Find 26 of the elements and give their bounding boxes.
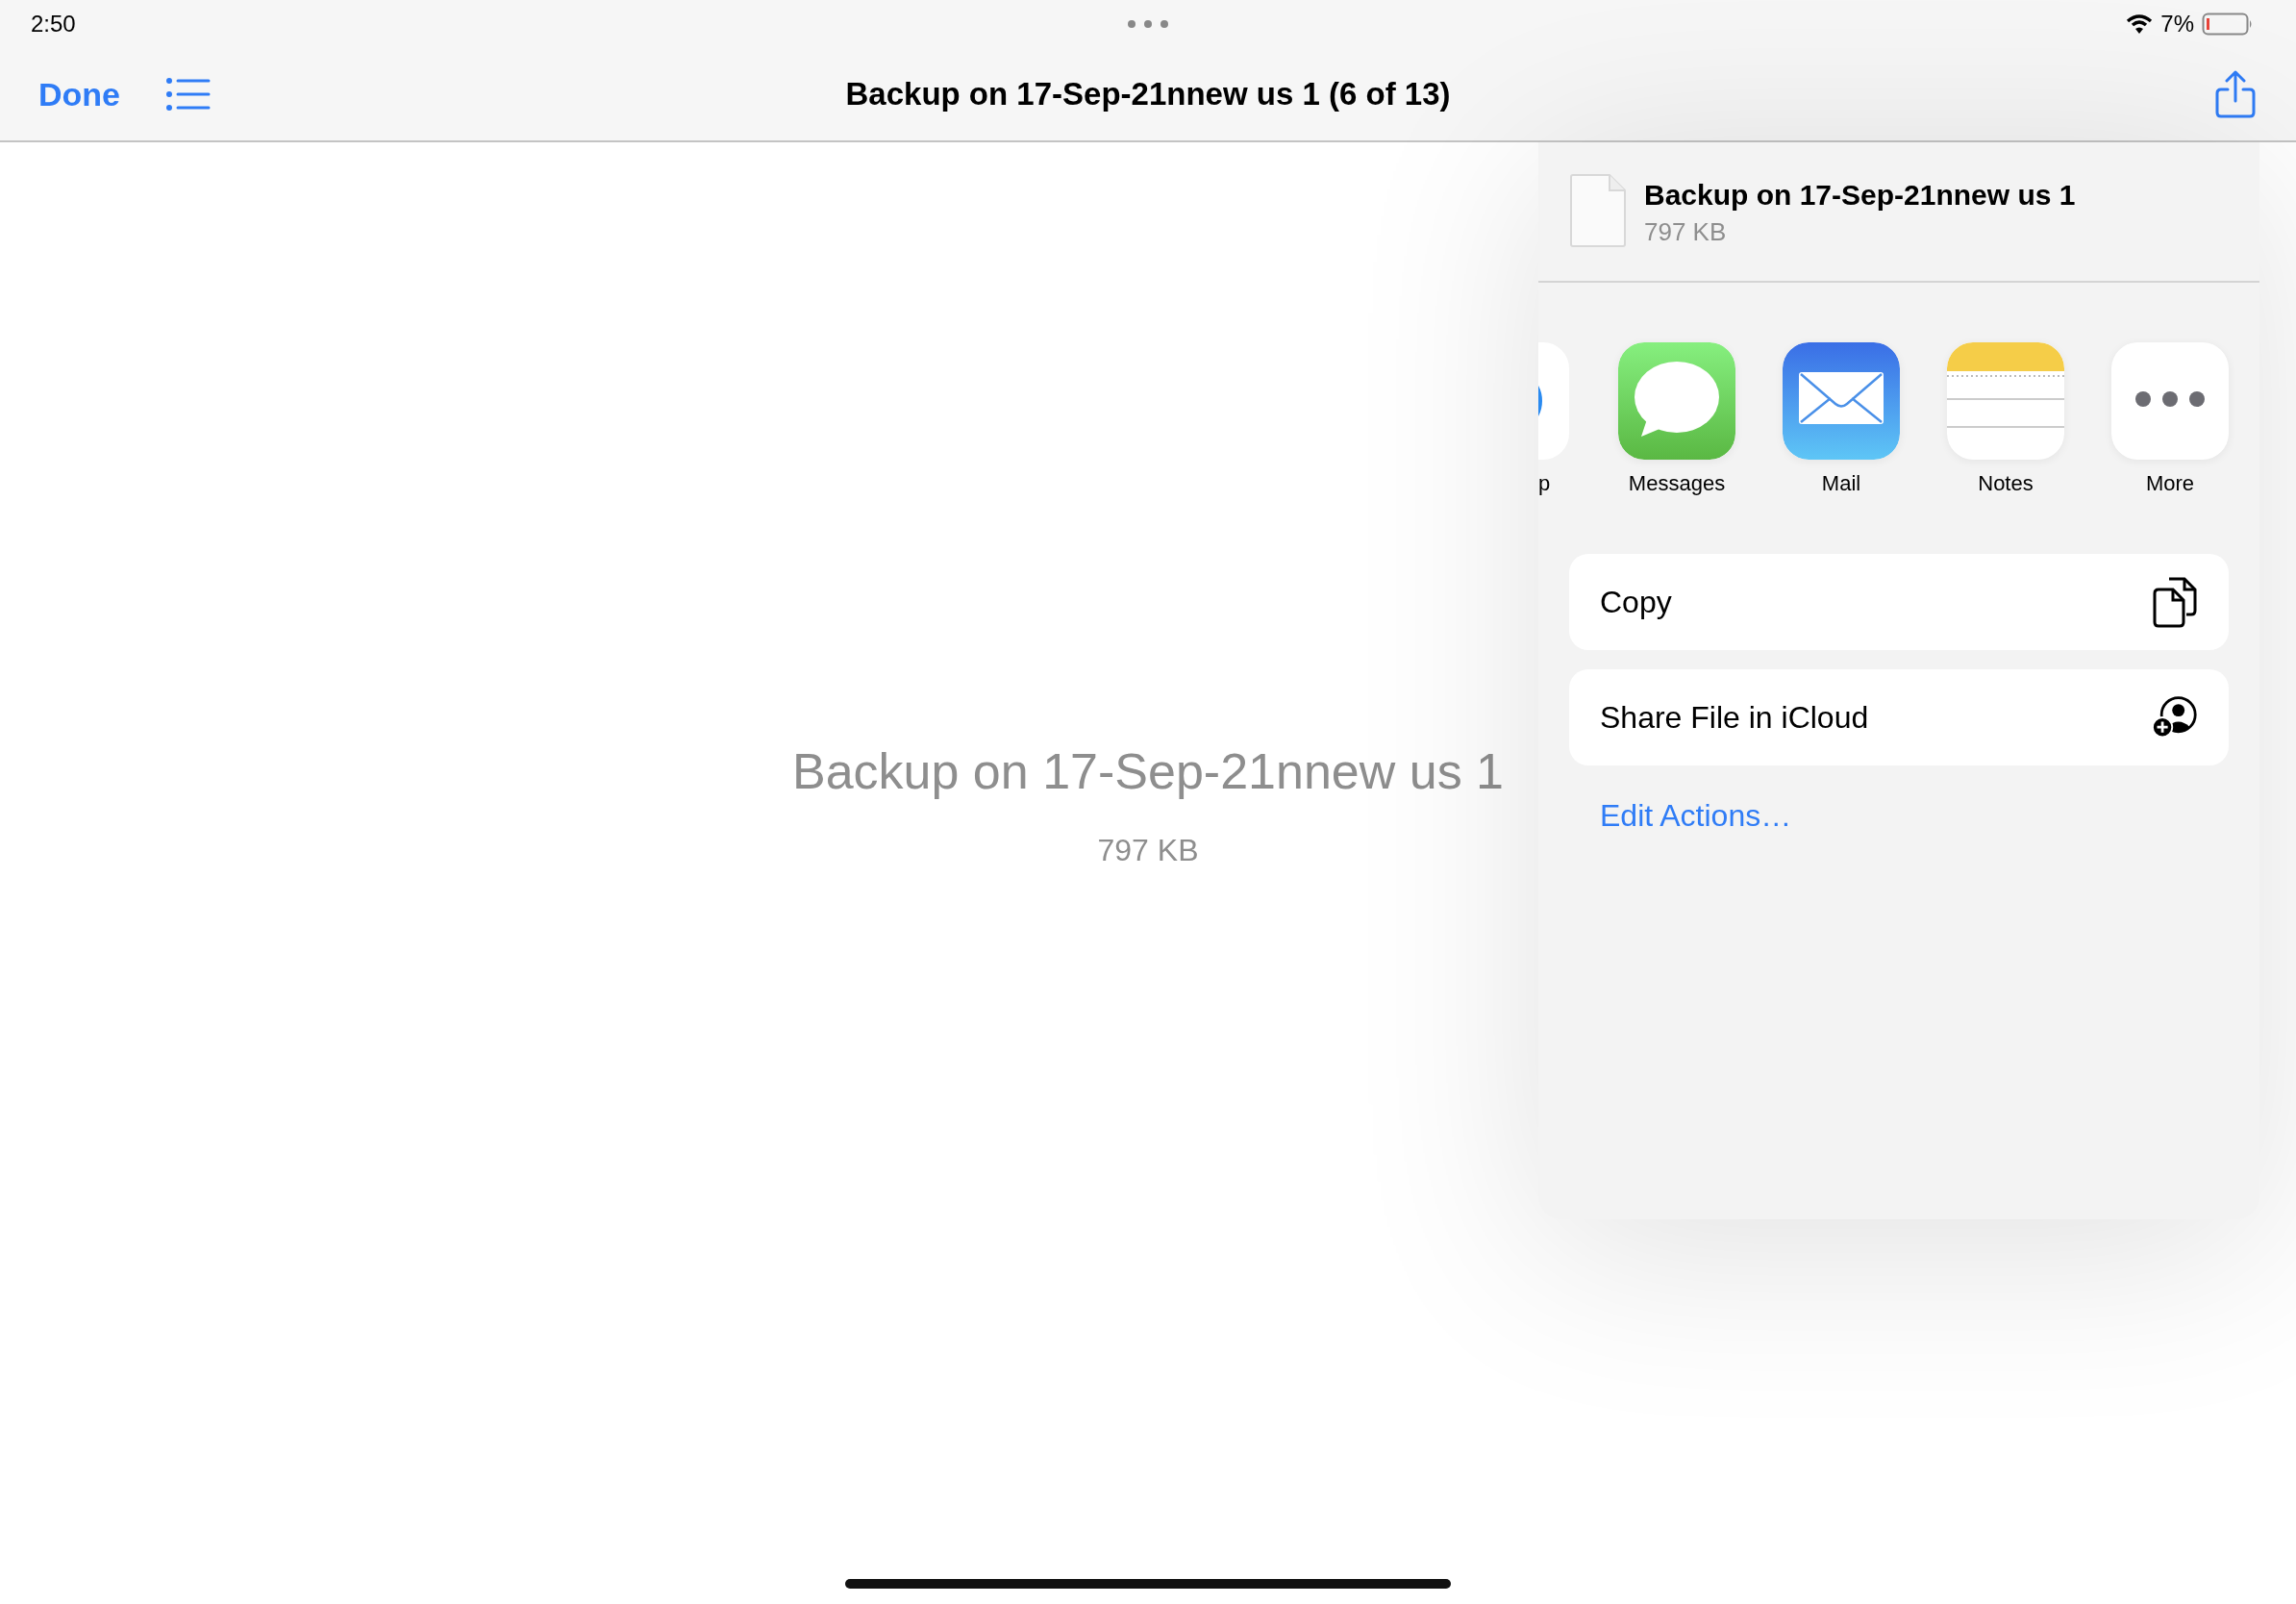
file-name: Backup on 17-Sep-21nnew us 1 bbox=[791, 742, 1505, 800]
app-label[interactable]: Notes bbox=[1978, 471, 2034, 496]
action-row[interactable]: Copy bbox=[1569, 554, 2229, 650]
edit-actions-link[interactable]: Edit Actions… bbox=[1600, 798, 1792, 834]
list-icon[interactable] bbox=[166, 78, 211, 111]
app-label[interactable]: Messages bbox=[1628, 471, 1726, 496]
battery-icon bbox=[2202, 13, 2254, 36]
wifi-icon bbox=[2126, 14, 2154, 34]
share-file-name: Backup on 17-Sep-21nnew us 1 bbox=[1644, 179, 2076, 212]
status-time: 2:50 bbox=[31, 11, 76, 38]
app-label[interactable]: Mail bbox=[1821, 471, 1861, 496]
document-icon bbox=[1569, 173, 1627, 248]
done-button[interactable]: Done bbox=[38, 75, 120, 113]
battery-percentage: 7% bbox=[2160, 11, 2194, 38]
file-size: 797 KB bbox=[1097, 833, 1199, 868]
app-label[interactable]: More bbox=[2145, 471, 2195, 496]
envelope-icon[interactable] bbox=[1783, 342, 1900, 460]
speech-bubble-icon[interactable] bbox=[1618, 342, 1735, 460]
more-icon[interactable] bbox=[2111, 342, 2229, 460]
share-icon[interactable] bbox=[2215, 70, 2256, 118]
copy-icon bbox=[2152, 576, 2198, 628]
app-label[interactable]: p bbox=[1538, 471, 1551, 496]
share-file-size: 797 KB bbox=[1644, 217, 1728, 247]
multitasking-dots-icon[interactable] bbox=[1127, 19, 1169, 29]
document-title: Backup on 17-Sep-21nnew us 1 (6 of 13) bbox=[845, 76, 1451, 112]
action-row[interactable]: Share File in iCloud bbox=[1569, 669, 2229, 765]
